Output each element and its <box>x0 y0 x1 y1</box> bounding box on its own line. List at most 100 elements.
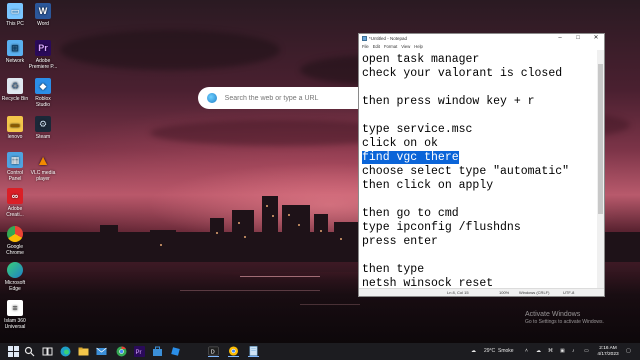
status-bar: Ln 8, Col 15 100% Windows (CRLF) UTF-8 <box>359 288 604 296</box>
window-title: *Untitled - Notepad <box>369 36 408 41</box>
desktop-icon-label: Microsoft Edge <box>4 280 26 292</box>
title-bar[interactable]: *Untitled - Notepad – □ ✕ <box>359 34 604 43</box>
task-view-icon[interactable] <box>42 346 53 357</box>
line-text: then click on apply <box>362 179 494 192</box>
notepad-icon <box>362 36 367 41</box>
notepad-window[interactable]: *Untitled - Notepad – □ ✕ File Edit Form… <box>358 33 605 297</box>
text-line[interactable] <box>362 249 598 263</box>
vertical-scrollbar[interactable] <box>597 50 604 289</box>
weather-text[interactable]: Smoke <box>498 343 514 360</box>
desktop-icon-network[interactable]: ⊞ Network <box>0 40 30 64</box>
maximize-button[interactable]: □ <box>569 34 587 43</box>
desktop-icon-label: Adobe Creati... <box>6 206 24 218</box>
desktop-icon-premiere[interactable]: Pr Adobe Premiere P... <box>28 40 58 70</box>
line-text: check your valorant is closed <box>362 67 563 80</box>
svg-text:Pr: Pr <box>136 350 142 356</box>
menu-file[interactable]: File <box>362 43 369 50</box>
text-line[interactable]: then type <box>362 263 598 277</box>
chevron-up-icon[interactable]: ˄ <box>525 343 528 360</box>
text-line[interactable]: find vgc there <box>362 151 598 165</box>
desktop-icon-roblox-studio[interactable]: ◆ Roblox Studio <box>28 78 58 108</box>
edge-icon[interactable] <box>60 346 71 357</box>
desktop-icon-label: Word <box>37 21 49 27</box>
text-line[interactable]: then go to cmd <box>362 207 598 221</box>
text-line[interactable]: type ipconfig /flushdns <box>362 221 598 235</box>
text-line[interactable]: then click on apply <box>362 179 598 193</box>
premiere-icon: Pr <box>35 40 51 56</box>
desktop-icon-steam[interactable]: ⚙ Steam <box>28 116 58 140</box>
menu-view[interactable]: View <box>401 43 410 50</box>
line-text: then type <box>362 263 425 276</box>
chrome-icon[interactable] <box>228 346 239 357</box>
chrome-icon <box>7 226 23 242</box>
search-icon <box>207 93 217 103</box>
menu-edit[interactable]: Edit <box>373 43 380 50</box>
close-button[interactable]: ✕ <box>587 34 605 43</box>
desktop-icon-this-pc[interactable]: ▭ This PC <box>0 3 30 27</box>
text-line[interactable]: check your valorant is closed <box>362 67 598 81</box>
text-line[interactable]: press enter <box>362 235 598 249</box>
menu-format[interactable]: Format <box>384 43 397 50</box>
desktop-icon-word[interactable]: W Word <box>28 3 58 27</box>
line-text: then go to cmd <box>362 207 459 220</box>
weather-temp[interactable]: 29°C <box>484 343 495 360</box>
recycle-bin-icon: ♻ <box>7 78 23 94</box>
store-icon[interactable] <box>152 346 163 357</box>
control-panel-icon: ▦ <box>7 152 23 168</box>
desktop-icon-vlc[interactable]: ▲ VLC media player <box>28 152 58 182</box>
desktop-icon-edge[interactable]: Microsoft Edge <box>0 262 30 292</box>
battery-icon[interactable]: ▭ <box>584 343 589 360</box>
roblox-studio-icon: ◆ <box>35 78 51 94</box>
desktop-icon-chrome[interactable]: Google Chrome <box>0 226 30 256</box>
network-icon[interactable]: ▣ <box>560 343 565 360</box>
minimize-button[interactable]: – <box>551 34 569 43</box>
web-search-box[interactable] <box>198 87 360 109</box>
text-line[interactable]: then press window key + r <box>362 95 598 109</box>
text-line[interactable]: choose select type "automatic" <box>362 165 598 179</box>
onedrive-icon[interactable]: ☁ <box>536 343 541 360</box>
desktop-icon-label: Control Panel <box>6 170 24 182</box>
watermark-title: Activate Windows <box>525 311 581 318</box>
svg-text:D: D <box>211 349 215 355</box>
scrollbar-thumb[interactable] <box>598 64 603 214</box>
volume-icon[interactable]: ♪ <box>572 343 575 360</box>
folder-icon: ▬ <box>7 116 23 132</box>
desktop-icon-adobe-cc[interactable]: ∞ Adobe Creati... <box>0 188 30 218</box>
chrome-icon[interactable] <box>116 346 127 357</box>
desktop-icon-recycle-bin[interactable]: ♻ Recycle Bin <box>0 78 30 102</box>
watermark-subtitle: Go to Settings to activate Windows. <box>525 319 604 325</box>
zoom-level: 100% <box>499 290 510 295</box>
text-line[interactable] <box>362 193 598 207</box>
line-text: choose select type "automatic" <box>362 165 570 178</box>
desktop-icon-lenovo[interactable]: ▬ lenovo <box>0 116 30 140</box>
language-icon[interactable]: ⌘ <box>548 343 553 360</box>
weather-icon[interactable]: ☁ <box>471 343 476 360</box>
text-line[interactable] <box>362 109 598 123</box>
system-clock[interactable]: 2:16 AM 4/17/2023 <box>596 346 620 358</box>
text-editor[interactable]: open task manager check your valorant is … <box>359 50 598 289</box>
clock-date: 4/17/2023 <box>597 352 619 357</box>
activate-windows-watermark: Activate Windows Go to Settings to activ… <box>525 311 604 325</box>
edge-icon <box>7 262 23 278</box>
mail-icon[interactable] <box>96 346 107 357</box>
windows-start-icon[interactable] <box>8 346 19 357</box>
text-line[interactable]: type service.msc <box>362 123 598 137</box>
vlc-icon: ▲ <box>36 152 50 168</box>
line-text: press enter <box>362 235 438 248</box>
desktop-icon-islam-360[interactable]: ≡ Islam 360 Universal <box>0 300 30 330</box>
search-input[interactable] <box>224 94 360 102</box>
menu-help[interactable]: Help <box>414 43 423 50</box>
davinci-icon[interactable]: D <box>208 346 219 357</box>
folder-icon[interactable] <box>78 346 89 357</box>
search-icon[interactable] <box>24 346 35 357</box>
premiere-icon[interactable]: Pr <box>134 346 145 357</box>
notepad-icon[interactable] <box>248 346 259 357</box>
desktop-icon-label: Google Chrome <box>6 244 24 256</box>
notification-icon[interactable]: ▢ <box>626 343 631 360</box>
text-line[interactable]: open task manager <box>362 53 598 67</box>
text-line[interactable] <box>362 81 598 95</box>
desktop-icon-label: lenovo <box>7 134 23 140</box>
desktop-icon-control-panel[interactable]: ▦ Control Panel <box>0 152 30 182</box>
roblox-studio-icon[interactable] <box>170 346 181 357</box>
text-line[interactable]: click on ok <box>362 137 598 151</box>
